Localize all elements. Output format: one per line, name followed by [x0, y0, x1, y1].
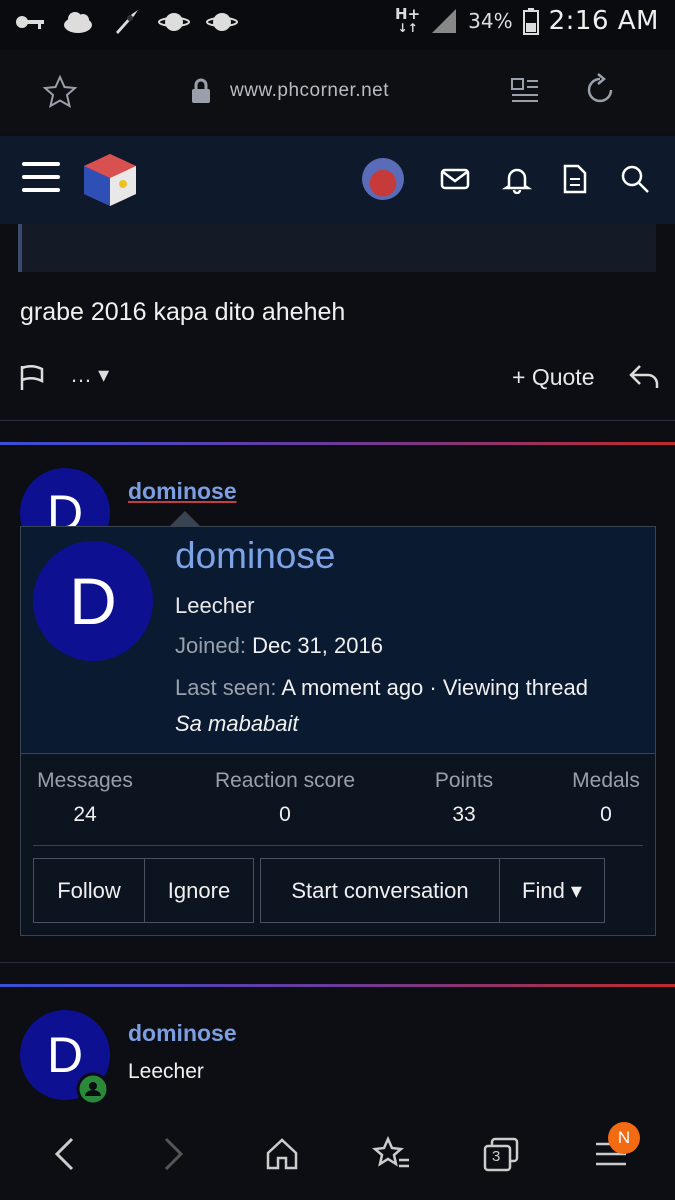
find-button[interactable]: Find ▾ [499, 858, 605, 923]
site-logo[interactable] [82, 152, 138, 208]
bookmark-star-icon[interactable] [42, 74, 78, 110]
battery-percent: 34% [468, 9, 513, 33]
notification-badge: N [608, 1122, 640, 1154]
card-last-seen: Last seen: A moment ago · Viewing thread [175, 675, 588, 700]
lock-icon [192, 78, 210, 103]
post-separator [0, 984, 675, 987]
card-signature: Sa mababait [175, 711, 299, 736]
reader-mode-icon[interactable] [510, 76, 540, 106]
card-stats: Messages 24 Reaction score 0 Points 33 M… [21, 769, 655, 839]
tab-count: 3 [492, 1148, 501, 1165]
card-pointer [169, 511, 201, 527]
tabs-icon[interactable]: 3 [482, 1136, 520, 1172]
reload-icon[interactable] [582, 72, 618, 108]
cloud-icon [64, 12, 92, 33]
post-message: grabe 2016 kapa dito aheheh [20, 298, 346, 326]
post-username[interactable]: dominose [128, 1020, 237, 1047]
user-avatar-small[interactable] [362, 158, 404, 200]
card-username[interactable]: dominose [175, 535, 335, 577]
quote-block [18, 224, 656, 272]
online-status-icon [76, 1072, 110, 1106]
network-type: H+ ↓↑ [395, 4, 421, 35]
start-conversation-button[interactable]: Start conversation [260, 858, 500, 923]
stat-points[interactable]: Points 33 [421, 769, 507, 827]
quote-button[interactable]: + Quote [512, 364, 594, 391]
bookmarks-icon[interactable] [372, 1136, 412, 1172]
ignore-button[interactable]: Ignore [144, 858, 254, 923]
status-bar: H+ ↓↑ 34% 2:16 AM [0, 0, 675, 50]
search-icon[interactable] [620, 164, 650, 194]
back-icon[interactable] [50, 1136, 80, 1172]
home-icon[interactable] [264, 1136, 300, 1172]
report-flag-icon[interactable] [18, 364, 46, 392]
browser-url-bar: www.phcorner.net [0, 50, 675, 134]
bell-icon[interactable] [502, 164, 532, 194]
card-user-title: Leecher [175, 593, 255, 618]
key-icon [16, 16, 44, 29]
card-avatar[interactable]: D [33, 541, 153, 661]
card-joined: Joined: Dec 31, 2016 [175, 633, 383, 658]
url-text[interactable]: www.phcorner.net [230, 80, 389, 102]
signal-icon [432, 9, 457, 33]
rocket-icon [116, 10, 138, 34]
document-icon[interactable] [562, 164, 588, 194]
planet-icon [158, 13, 190, 31]
post-separator [0, 442, 675, 445]
clock: 2:16 AM [548, 6, 659, 36]
follow-button[interactable]: Follow [33, 858, 145, 923]
divider [0, 420, 675, 421]
stat-reaction-score[interactable]: Reaction score 0 [205, 769, 365, 827]
post-actions: … ▾ + Quote [0, 360, 675, 396]
battery-icon [522, 8, 539, 35]
menu-icon[interactable] [22, 162, 60, 196]
reply-icon[interactable] [628, 362, 660, 392]
forward-icon[interactable] [158, 1136, 188, 1172]
mail-icon[interactable] [440, 164, 470, 194]
post-username[interactable]: dominose [128, 478, 237, 505]
browser-bottom-nav: 3 N [0, 1110, 675, 1200]
divider [0, 962, 675, 963]
card-header: D dominose Leecher Joined: Dec 31, 2016 … [21, 527, 655, 754]
member-tooltip-card: D dominose Leecher Joined: Dec 31, 2016 … [20, 511, 656, 936]
stats-divider [33, 845, 643, 846]
more-options-button[interactable]: … ▾ [70, 362, 109, 388]
site-header [0, 136, 675, 224]
stat-medals[interactable]: Medals 0 [561, 769, 651, 827]
stat-messages[interactable]: Messages 24 [33, 769, 137, 827]
planet-icon [206, 13, 238, 31]
post-user-title: Leecher [128, 1060, 204, 1083]
